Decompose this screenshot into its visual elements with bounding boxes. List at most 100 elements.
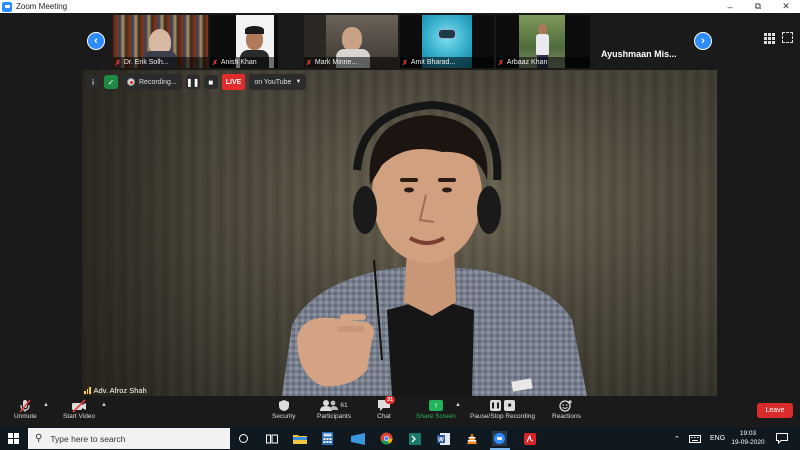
calculator-icon[interactable]	[320, 431, 335, 446]
chat-button[interactable]: 31 Chat	[377, 396, 396, 420]
pause-stop-recording-label: Pause/Stop Recording	[470, 413, 536, 420]
participant-count: 61	[340, 402, 348, 409]
muted-microphone-icon	[18, 398, 32, 413]
reactions-label: Reactions	[552, 413, 581, 420]
stop-recording-icon[interactable]: ■	[203, 75, 218, 89]
terminal-app-icon[interactable]	[407, 431, 422, 446]
recording-indicator: Recording...	[122, 74, 182, 90]
recording-status: Recording...	[139, 78, 177, 86]
taskbar-clock[interactable]: 19:03 19-09-2020	[728, 429, 768, 447]
participant-tile[interactable]: ✗ Amit Bharad...	[400, 15, 494, 68]
record-icon	[127, 78, 135, 86]
start-video-button[interactable]: Start Video	[63, 398, 95, 420]
zoom-window: Zoom Meeting – ⧉ ✕ ‹ ✗ Dr. Erik Solh... ✗…	[0, 0, 800, 450]
security-button[interactable]: Security	[272, 398, 295, 420]
clock-date: 19-09-2020	[731, 439, 765, 446]
windows-taskbar: ⚲ Type here to search W ⌃ ENG 19:03 19-0…	[0, 427, 800, 450]
livestream-destination[interactable]: on YouTube ▼	[249, 74, 307, 90]
audio-options-caret-icon[interactable]: ▲	[43, 402, 49, 408]
reactions-button[interactable]: Reactions	[552, 398, 581, 420]
meeting-controls: Unmute ▲ Start Video ▲ Security 61 Parti…	[0, 396, 800, 427]
svg-text:W: W	[438, 437, 444, 443]
maximize-button[interactable]: ⧉	[744, 0, 772, 13]
participants-label: Participants	[317, 413, 351, 420]
live-badge: LIVE	[221, 74, 246, 90]
info-icon[interactable]: i	[86, 75, 100, 89]
participants-icon	[320, 400, 339, 411]
chat-unread-badge: 31	[385, 396, 396, 404]
muted-mic-icon: ✗	[402, 59, 408, 67]
overflow-participant-name[interactable]: Ayushmaan Mis...	[601, 49, 677, 59]
video-off-icon	[71, 398, 87, 413]
unmute-button[interactable]: Unmute	[14, 398, 37, 420]
participant-name: Mark Minne...	[314, 59, 358, 66]
active-speaker-name: Adv. Afroz Shah	[93, 386, 147, 395]
windows-start-icon[interactable]	[8, 433, 19, 444]
zoom-taskbar-icon[interactable]	[492, 431, 507, 446]
active-speaker-label: Adv. Afroz Shah	[84, 386, 147, 395]
share-screen-label: Share Screen	[416, 413, 456, 420]
muted-mic-icon: ✗	[306, 59, 312, 67]
pause-stop-recording-button[interactable]: ❚❚ ■ Pause/Stop Recording	[470, 398, 535, 420]
language-indicator[interactable]: ENG	[710, 427, 725, 450]
word-icon[interactable]: W	[436, 431, 451, 446]
zoom-logo-icon	[2, 1, 12, 12]
participant-name: Amit Bharad...	[410, 59, 456, 66]
participant-name: Dr. Erik Solh...	[123, 59, 169, 66]
chat-label: Chat	[377, 413, 391, 420]
video-toolbar: i ✓ Recording... ❚❚ ■ LIVE on YouTube ▼	[86, 74, 307, 90]
security-label: Security	[272, 413, 296, 420]
vlc-icon[interactable]	[464, 431, 479, 446]
muted-mic-icon: ✗	[212, 59, 218, 67]
speaker-figure	[282, 100, 587, 396]
next-page-button[interactable]: ›	[694, 32, 712, 50]
participant-tile[interactable]: ✗ Anish Khan	[210, 15, 278, 68]
livestream-destination-label: on YouTube	[254, 78, 292, 86]
gallery-view-icon[interactable]	[764, 33, 775, 44]
task-view-icon[interactable]	[264, 431, 279, 446]
participant-name: Anish Khan	[220, 59, 257, 66]
stop-icon: ■	[504, 400, 516, 411]
store-app-icon[interactable]	[350, 431, 365, 446]
cortana-icon[interactable]	[236, 431, 251, 446]
unmute-label: Unmute	[14, 413, 37, 420]
pause-recording-icon[interactable]: ❚❚	[185, 75, 200, 89]
share-screen-button[interactable]: ↑ Share Screen	[416, 398, 456, 420]
start-video-label: Start Video	[63, 413, 96, 420]
system-tray-expand-icon[interactable]: ⌃	[674, 427, 680, 450]
fullscreen-icon[interactable]	[782, 32, 793, 43]
clock-time: 19:03	[739, 430, 757, 437]
chevron-down-icon: ▼	[295, 79, 302, 85]
title-bar: Zoom Meeting – ⧉ ✕	[0, 0, 800, 13]
leave-button[interactable]: Leave	[757, 403, 793, 418]
participant-tile[interactable]: ✗ Arbaaz Khan	[496, 15, 590, 68]
participant-tile[interactable]: ✗ Mark Minne...	[304, 15, 398, 68]
participant-tile[interactable]: ✗ Dr. Erik Solh...	[113, 15, 208, 68]
close-button[interactable]: ✕	[772, 0, 800, 13]
search-icon: ⚲	[35, 433, 43, 444]
active-speaker-video: i ✓ Recording... ❚❚ ■ LIVE on YouTube ▼ …	[82, 70, 717, 396]
chrome-icon[interactable]	[379, 431, 394, 446]
participant-strip: ‹ ✗ Dr. Erik Solh... ✗ Anish Khan ✗ Mark Mi…	[0, 13, 800, 79]
muted-mic-icon: ✗	[115, 59, 121, 67]
pause-icon: ❚❚	[490, 400, 502, 411]
encryption-shield-icon[interactable]: ✓	[104, 75, 118, 89]
taskbar-search-box[interactable]: ⚲ Type here to search	[28, 428, 230, 449]
muted-mic-icon: ✗	[498, 59, 504, 67]
share-screen-arrow-icon: ↑	[428, 400, 443, 411]
shield-icon	[278, 398, 290, 413]
share-options-caret-icon[interactable]: ▲	[455, 402, 461, 408]
taskbar-search-placeholder: Type here to search	[50, 433, 126, 444]
keyboard-icon[interactable]	[689, 427, 701, 450]
emoji-plus-icon	[559, 398, 573, 413]
previous-page-button[interactable]: ‹	[87, 32, 105, 50]
video-options-caret-icon[interactable]: ▲	[101, 402, 107, 408]
participant-name: Arbaaz Khan	[506, 59, 548, 66]
acrobat-icon[interactable]	[522, 431, 537, 446]
window-title: Zoom Meeting	[16, 2, 68, 11]
participants-button[interactable]: 61 Participants	[317, 398, 351, 420]
notifications-icon[interactable]	[776, 427, 788, 450]
file-explorer-icon[interactable]	[292, 431, 307, 446]
audio-level-icon	[84, 387, 91, 394]
minimize-button[interactable]: –	[716, 0, 744, 13]
